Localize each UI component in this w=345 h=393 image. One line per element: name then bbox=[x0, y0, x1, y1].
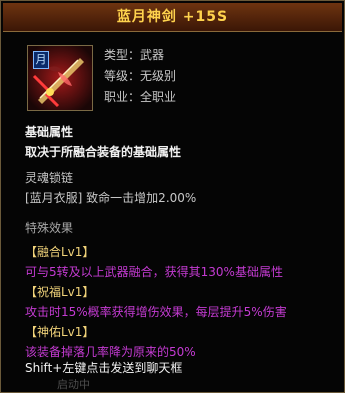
effect-name: 【祝福Lv1】 bbox=[25, 285, 95, 299]
item-info: 类型：武器 等级：无级别 职业：全职业 bbox=[104, 47, 176, 110]
item-icon-frame: 月 bbox=[27, 45, 93, 111]
soul-chain-text: [蓝月衣服] 致命一击增加2.00% bbox=[25, 191, 197, 205]
chat-hint: Shift+左键点击发送到聊天框 bbox=[25, 361, 183, 375]
effect-desc: 可与5转及以上武器融合，获得其130%基础属性 bbox=[25, 265, 283, 279]
item-title: 蓝月神剑 +15S bbox=[116, 9, 229, 25]
soul-chain-title: 灵魂锁链 bbox=[25, 171, 74, 185]
item-level: 等级：无级别 bbox=[104, 69, 177, 83]
bottom-faded-text: 启动中 bbox=[57, 378, 90, 391]
base-attributes-text: 取决于所融合装备的基础属性 bbox=[25, 145, 182, 159]
effect-desc: 该装备掉落几率降为原来的50% bbox=[25, 345, 196, 359]
item-type: 类型：武器 bbox=[104, 48, 165, 62]
special-effects-title: 特殊效果 bbox=[25, 221, 74, 235]
moon-badge-icon: 月 bbox=[33, 51, 49, 69]
item-tooltip: 蓝月神剑 +15S 月 类型：武器 等级：无级别 职业：全职业 基础属性 取决于… bbox=[0, 0, 345, 393]
effect-name: 【神佑Lv1】 bbox=[25, 325, 95, 339]
base-attributes-title: 基础属性 bbox=[25, 125, 74, 139]
effect-desc: 攻击时15%概率获得增伤效果，每层提升5%伤害 bbox=[25, 305, 287, 319]
title-bar: 蓝月神剑 +15S bbox=[3, 3, 342, 32]
item-class: 职业：全职业 bbox=[104, 90, 177, 104]
effect-name: 【融合Lv1】 bbox=[25, 245, 95, 259]
